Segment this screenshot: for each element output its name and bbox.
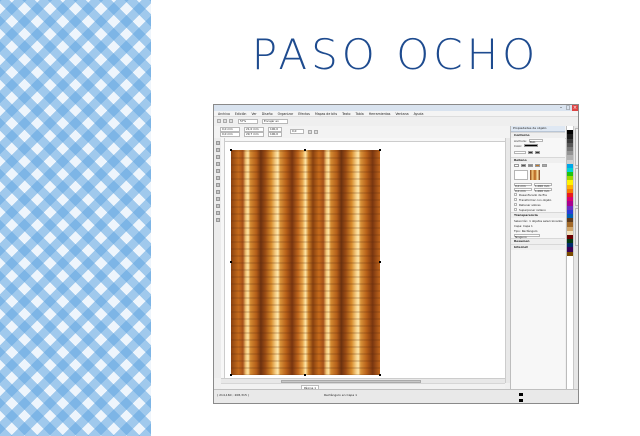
docker-tab[interactable] [575,168,578,206]
summary-text: Capa: Capa 1 [514,223,533,228]
menu-item-herramientas[interactable]: Herramientas [369,112,391,116]
internet-section-header[interactable]: Internet [511,244,565,250]
fill-checkbox[interactable] [514,197,517,202]
menu-item-tabla[interactable]: Tabla [356,112,364,116]
freehand-tool-icon[interactable] [215,169,220,173]
y-position-field[interactable]: 0,0 mm [220,132,240,137]
open-icon[interactable] [223,119,227,123]
bitmap-fill-icon[interactable] [535,163,540,168]
fill-width-field[interactable]: 1.000 mm [534,182,552,188]
crop-tool-icon[interactable] [215,155,220,159]
zoom-select[interactable]: 57% [238,119,258,124]
docker-tabs [573,126,578,389]
menu-item-archivo[interactable]: Archivo [218,112,230,116]
outline-color-label: Color: [514,143,523,148]
cursor-coordinates: ( 214,160 ; 208,315 ) [217,393,249,397]
fill-indicator-swatch [519,393,523,396]
page-heading: PASO OCHO [251,30,540,79]
fill-origin-x-field[interactable]: 0,0 mm [514,182,532,188]
selection-handle[interactable] [230,149,232,151]
scale-height-field[interactable]: 100,0 [268,132,282,137]
fill-pattern-select[interactable] [514,170,528,180]
menu-item-efectos[interactable]: Efectos [298,112,310,116]
outline-color-swatch[interactable] [524,143,539,148]
height-field[interactable]: 29,7 mm [244,132,264,137]
ellipse-tool-icon[interactable] [215,183,220,187]
outline-tool-icon[interactable] [215,218,220,222]
fill-height-field[interactable]: 1.000 mm [534,187,552,193]
fill-preview-row [511,168,565,182]
selection-handle[interactable] [379,374,381,376]
docker-tab[interactable] [575,128,578,166]
fill-check-label: Superponer relleno [519,207,546,212]
uniform-fill-icon[interactable] [521,163,526,168]
horizontal-ruler[interactable] [221,138,505,142]
rotation-field[interactable]: 0,0 [290,129,304,134]
selection-handle[interactable] [230,261,232,263]
status-bar: ( 214,160 ; 208,315 ) Rectángulo en Capa… [214,389,578,403]
fill-checkbox[interactable] [514,207,517,212]
snap-to-select[interactable]: Encajar en [262,119,288,124]
selection-handle[interactable] [230,374,232,376]
selection-handle[interactable] [379,149,381,151]
fill-checkbox[interactable] [514,202,517,207]
table-tool-icon[interactable] [215,204,220,208]
drawing-canvas[interactable] [221,138,505,378]
selection-handle[interactable] [379,261,381,263]
selection-handle[interactable] [304,374,306,376]
vertical-ruler[interactable] [221,138,225,378]
fill-origin-y-field[interactable]: 0,0 mm [514,187,532,193]
outline-style-select[interactable] [514,150,526,155]
polygon-tool-icon[interactable] [215,190,220,194]
menu-item-texto[interactable]: Texto [342,112,350,116]
menu-item-ventana[interactable]: Ventana [395,112,408,116]
fill-check-label: Desenfocado de fila [519,192,547,197]
rectangle-tool-icon[interactable] [215,176,220,180]
wood-texture-rectangle[interactable] [231,150,380,375]
outline-style-row [511,148,565,157]
fill-preview-swatch [530,170,540,180]
save-icon[interactable] [229,119,233,123]
menu-item-ayuda[interactable]: Ayuda [414,112,424,116]
summary-text: Tipo: Rectángulo [514,228,538,233]
corner-style-icon[interactable] [528,150,533,155]
status-selection-text: Rectángulo en Capa 1 [324,393,358,397]
text-tool-icon[interactable] [215,197,220,201]
new-document-icon[interactable] [217,119,221,123]
summary-line-1: Selección: 1 objetos seleccionados [511,218,565,223]
texture-fill-icon[interactable] [542,163,547,168]
corel-draw-window: – □ × Archivo Edición Ver Diseño Organiz… [213,104,579,404]
gingham-background-pattern [0,0,151,436]
fill-checkbox[interactable] [514,192,517,197]
pick-tool-icon[interactable] [215,141,220,145]
mirror-vertical-icon[interactable] [314,130,318,134]
no-fill-icon[interactable] [514,163,519,168]
object-properties-docker: Propiedades de objeto Contorno Anchura: … [510,126,565,389]
menu-item-mapas[interactable]: Mapas de bits [315,112,337,116]
shape-tool-icon[interactable] [215,148,220,152]
fill-check-label: Transformar con objeto [519,197,552,202]
summary-text: Selección: 1 objetos seleccionados [514,218,563,223]
fill-check-label: Rellenar sobres [519,202,541,207]
line-cap-icon[interactable] [535,150,540,155]
menu-item-organizar[interactable]: Organizar [278,112,294,116]
zoom-tool-icon[interactable] [215,162,220,166]
width-label: Anchura: [514,138,527,143]
layer-select[interactable]: Ninguno [514,233,540,239]
mirror-horizontal-icon[interactable] [308,130,312,134]
fill-tool-icon[interactable] [215,211,220,215]
docker-tab[interactable] [575,208,578,246]
menu-item-ver[interactable]: Ver [251,112,256,116]
outline-indicator-swatch [519,399,523,402]
fountain-fill-icon[interactable] [528,163,533,168]
outline-width-select[interactable]: Pelo [528,138,543,144]
menu-item-edicion[interactable]: Edición [235,112,247,116]
menu-item-diseno[interactable]: Diseño [262,112,273,116]
selection-handle[interactable] [304,149,306,151]
